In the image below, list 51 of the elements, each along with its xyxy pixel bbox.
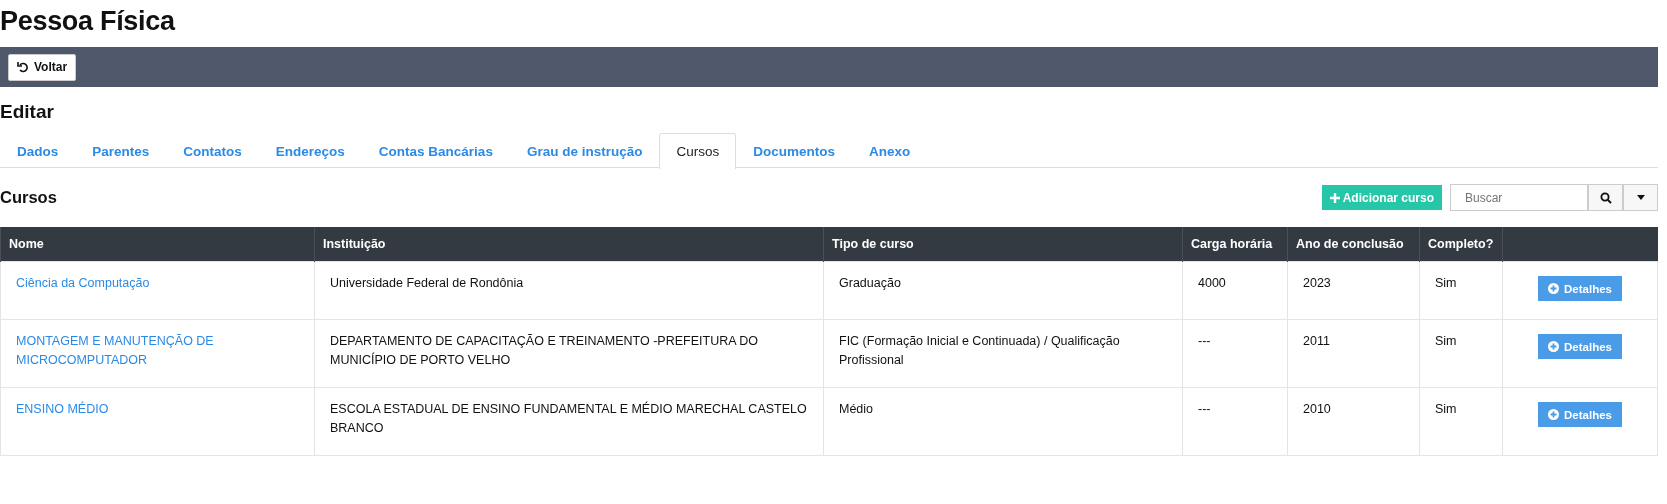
search-icon [1599, 191, 1612, 204]
table-cell: 4000 [1182, 261, 1288, 320]
page-title: Pessoa Física [0, 5, 177, 38]
tab[interactable]: Contatos [166, 133, 259, 168]
column-header: Nome [0, 227, 315, 262]
column-header: Instituição [314, 227, 824, 262]
table-cell: 2011 [1287, 319, 1420, 388]
table-cell: ESCOLA ESTADUAL DE ENSINO FUNDAMENTAL E MÉDIO MARECHAL CASTELO BRANCO [314, 387, 824, 456]
column-header: Completo? [1419, 227, 1503, 262]
plus-icon [1329, 192, 1340, 203]
search-field[interactable]: Buscar [1450, 184, 1588, 211]
details-button[interactable]: Detalhes [1538, 402, 1622, 427]
table-cell: Sim [1419, 261, 1503, 320]
plus-circle-icon [1548, 409, 1560, 420]
plus-circle-icon [1548, 283, 1560, 294]
course-link[interactable]: MONTAGEM E MANUTENÇÃO DE MICROCOMPUTADOR [0, 319, 315, 388]
details-button[interactable]: Detalhes [1538, 334, 1622, 359]
tab[interactable]: Anexo [851, 133, 928, 168]
course-link[interactable]: Ciência da Computação [0, 261, 315, 320]
tab[interactable]: Grau de instrução [509, 133, 660, 168]
table-cell: 2023 [1287, 261, 1420, 320]
tab[interactable]: Contas Bancárias [361, 133, 510, 168]
column-header: Carga horária [1182, 227, 1288, 262]
section-title: Editar [0, 100, 55, 124]
table-cell: Graduação [823, 261, 1183, 320]
table-cell: Universidade Federal de Rondônia [314, 261, 824, 320]
tab[interactable]: Cursos [659, 133, 737, 169]
column-header: Tipo de curso [823, 227, 1183, 262]
undo-icon [17, 61, 29, 73]
details-button[interactable]: Detalhes [1538, 276, 1622, 301]
course-link[interactable]: ENSINO MÉDIO [0, 387, 315, 456]
tab[interactable]: Documentos [736, 133, 852, 168]
table-cell: --- [1182, 387, 1288, 456]
tab[interactable]: Endereços [258, 133, 362, 168]
add-course-button[interactable]: Adicionar curso [1321, 185, 1442, 210]
table-cell: DEPARTAMENTO DE CAPACITAÇÃO E TREINAMENTO -PREFEITURA DO MUNICÍPIO DE PORTO VELHO [314, 319, 824, 388]
column-header: Ano de conclusão [1287, 227, 1420, 262]
plus-circle-icon [1548, 341, 1560, 352]
tab[interactable]: Parentes [75, 133, 167, 168]
panel-title: Cursos [0, 188, 58, 207]
caret-icon [1636, 195, 1645, 200]
table-cell: Médio [823, 387, 1183, 456]
tab[interactable]: Dados [0, 133, 76, 168]
table-cell: --- [1182, 319, 1288, 388]
dropdown-button[interactable] [1623, 184, 1658, 211]
search-button[interactable] [1588, 184, 1623, 211]
table-cell: 2010 [1287, 387, 1420, 456]
back-button[interactable]: Voltar [8, 53, 77, 81]
table-cell: Sim [1419, 319, 1503, 388]
table-cell: Sim [1419, 387, 1503, 456]
table-cell: FIC (Formação Inicial e Continuada) / Qualificação Profissional [823, 319, 1183, 388]
